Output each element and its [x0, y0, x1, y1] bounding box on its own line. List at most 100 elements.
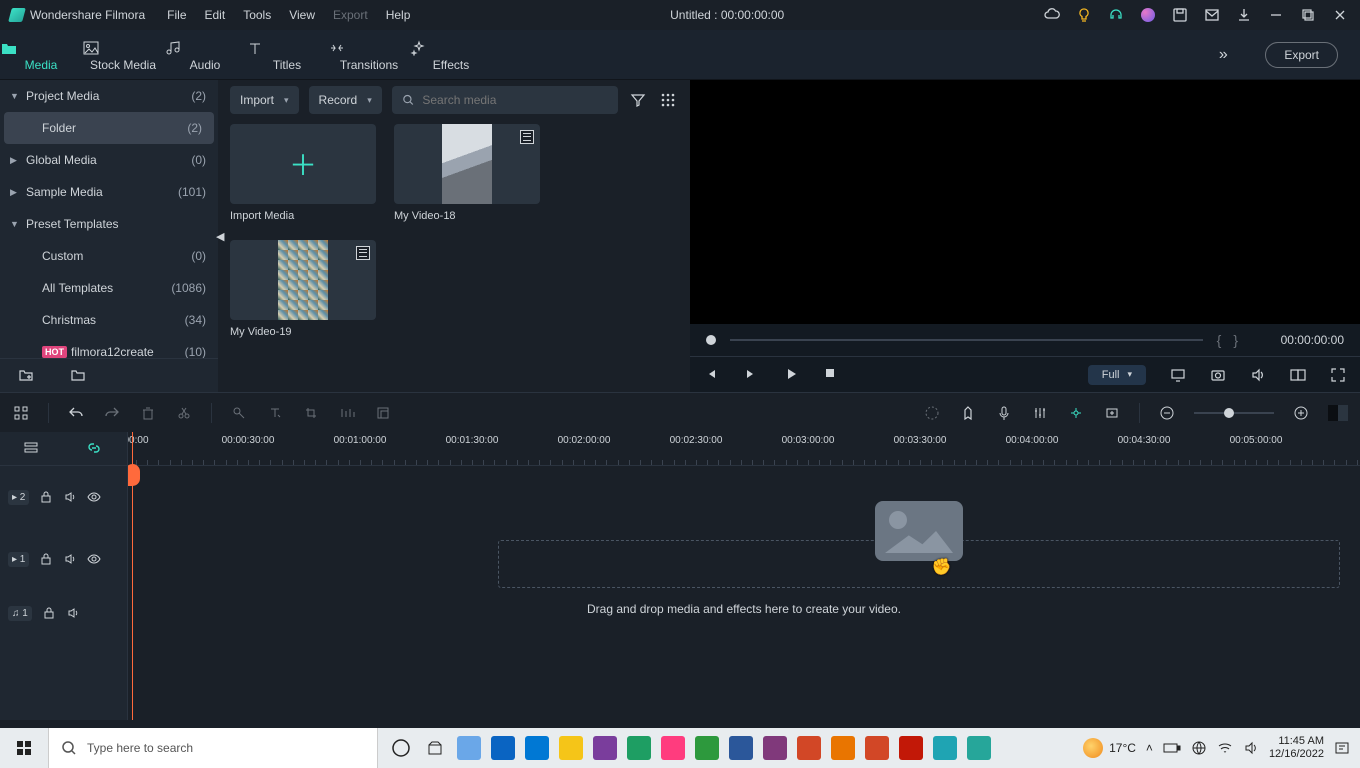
taskbar-app[interactable] — [656, 728, 690, 768]
compare-icon[interactable] — [1290, 367, 1306, 383]
search-input[interactable] — [422, 93, 608, 107]
more-tabs-icon[interactable]: » — [1203, 46, 1243, 64]
mute-icon[interactable] — [63, 490, 77, 504]
search-media[interactable] — [392, 86, 618, 114]
time-ruler[interactable]: 00:0000:00:30:0000:01:00:0000:01:30:0000… — [128, 432, 1360, 466]
timeline-dropzone[interactable]: ✊ — [498, 540, 1340, 588]
message-icon[interactable] — [1204, 7, 1220, 23]
clock[interactable]: 11:45 AM 12/16/2022 — [1269, 735, 1324, 761]
taskbar-app[interactable] — [452, 728, 486, 768]
delete-icon[interactable] — [139, 404, 157, 422]
sidebar-item-all-templates[interactable]: All Templates(1086) — [0, 272, 218, 304]
link-icon[interactable] — [86, 440, 104, 458]
wifi-icon[interactable] — [1217, 740, 1233, 756]
tab-media[interactable]: Media — [0, 37, 82, 72]
track-badge[interactable]: ▸ 2 — [8, 490, 29, 505]
voiceover-icon[interactable] — [995, 404, 1013, 422]
taskbar-app[interactable] — [962, 728, 996, 768]
timeline-tracks[interactable]: 00:0000:00:30:0000:01:00:0000:01:30:0000… — [128, 432, 1360, 720]
display-icon[interactable] — [1170, 367, 1186, 383]
tray-chevron-icon[interactable]: ˄ — [1146, 741, 1153, 755]
taskbar-app[interactable] — [826, 728, 860, 768]
render-icon[interactable] — [923, 404, 941, 422]
minimize-button[interactable] — [1268, 7, 1284, 23]
auto-ripple-icon[interactable] — [1067, 404, 1085, 422]
folder-icon[interactable] — [70, 367, 88, 385]
sidebar-item-christmas[interactable]: Christmas(34) — [0, 304, 218, 336]
sidebar-item-sample-media[interactable]: ▶Sample Media(101) — [0, 176, 218, 208]
mute-icon[interactable] — [66, 606, 80, 620]
sound-icon[interactable] — [1243, 740, 1259, 756]
cloud-icon[interactable] — [1044, 7, 1060, 23]
speed-icon[interactable] — [338, 404, 356, 422]
media-thumb-import-media[interactable]: ＋Import Media — [230, 124, 376, 222]
notifications-icon[interactable] — [1334, 740, 1350, 756]
export-button[interactable]: Export — [1265, 42, 1338, 68]
taskbar-app[interactable] — [418, 728, 452, 768]
collapse-sidebar-icon[interactable]: ◀ — [216, 230, 224, 243]
quality-dropdown[interactable]: Full▾ — [1088, 365, 1146, 385]
select-tool-icon[interactable] — [12, 404, 30, 422]
redo-icon[interactable] — [103, 404, 121, 422]
weather-widget[interactable]: 17°C — [1083, 738, 1136, 758]
mute-icon[interactable] — [63, 552, 77, 566]
add-marker-icon[interactable] — [1103, 404, 1121, 422]
tips-icon[interactable] — [1076, 7, 1092, 23]
tab-effects[interactable]: Effects — [410, 37, 492, 72]
split-icon[interactable] — [175, 404, 193, 422]
filter-icon[interactable] — [628, 90, 648, 110]
sidebar-item-global-media[interactable]: ▶Global Media(0) — [0, 144, 218, 176]
task-view-icon[interactable] — [384, 728, 418, 768]
close-button[interactable] — [1332, 7, 1348, 23]
menu-tools[interactable]: Tools — [243, 8, 271, 22]
lock-icon[interactable] — [42, 606, 56, 620]
crop-icon[interactable] — [302, 404, 320, 422]
tab-transitions[interactable]: Transitions — [328, 37, 410, 72]
save-icon[interactable] — [1172, 7, 1188, 23]
media-thumb-my-video-19[interactable]: My Video-19 — [230, 240, 376, 338]
mixer-icon[interactable] — [1031, 404, 1049, 422]
timeline-layout-icon[interactable] — [1328, 405, 1348, 421]
menu-file[interactable]: File — [167, 8, 186, 22]
taskbar-app[interactable] — [758, 728, 792, 768]
undo-icon[interactable] — [67, 404, 85, 422]
taskbar-app[interactable] — [928, 728, 962, 768]
snapshot-icon[interactable] — [1210, 367, 1226, 383]
taskbar-app[interactable] — [486, 728, 520, 768]
taskbar-app[interactable] — [622, 728, 656, 768]
account-icon[interactable] — [1140, 7, 1156, 23]
track-manage-icon[interactable] — [23, 440, 41, 458]
text-icon[interactable] — [266, 404, 284, 422]
seek-track[interactable] — [730, 339, 1203, 341]
marker-icon[interactable] — [230, 404, 248, 422]
play-icon[interactable] — [784, 367, 800, 383]
taskbar-app[interactable] — [588, 728, 622, 768]
visibility-icon[interactable] — [87, 552, 101, 566]
download-icon[interactable] — [1236, 7, 1252, 23]
zoom-slider[interactable] — [1194, 412, 1274, 414]
taskbar-app[interactable] — [554, 728, 588, 768]
mark-icon[interactable] — [959, 404, 977, 422]
visibility-icon[interactable] — [87, 490, 101, 504]
tab-stock[interactable]: Stock Media — [82, 37, 164, 72]
prev-frame-icon[interactable] — [704, 367, 720, 383]
playhead[interactable] — [132, 432, 133, 720]
lock-icon[interactable] — [39, 490, 53, 504]
support-icon[interactable] — [1108, 7, 1124, 23]
taskbar-app[interactable] — [690, 728, 724, 768]
volume-icon[interactable] — [1250, 367, 1266, 383]
taskbar-search[interactable]: Type here to search — [48, 728, 378, 768]
taskbar-app[interactable] — [792, 728, 826, 768]
lock-icon[interactable] — [39, 552, 53, 566]
stop-icon[interactable] — [824, 367, 840, 383]
sidebar-item-filmora12create[interactable]: HOTfilmora12create(10) — [0, 336, 218, 358]
fullscreen-icon[interactable] — [1330, 367, 1346, 383]
sidebar-item-preset-templates[interactable]: ▼Preset Templates — [0, 208, 218, 240]
media-thumb-my-video-18[interactable]: My Video-18 — [394, 124, 540, 222]
grid-view-icon[interactable] — [658, 90, 678, 110]
tab-titles[interactable]: Titles — [246, 37, 328, 72]
record-dropdown[interactable]: Record▾ — [309, 86, 382, 114]
zoom-out-icon[interactable] — [1158, 404, 1176, 422]
new-folder-icon[interactable] — [18, 367, 36, 385]
import-dropdown[interactable]: Import▾ — [230, 86, 299, 114]
